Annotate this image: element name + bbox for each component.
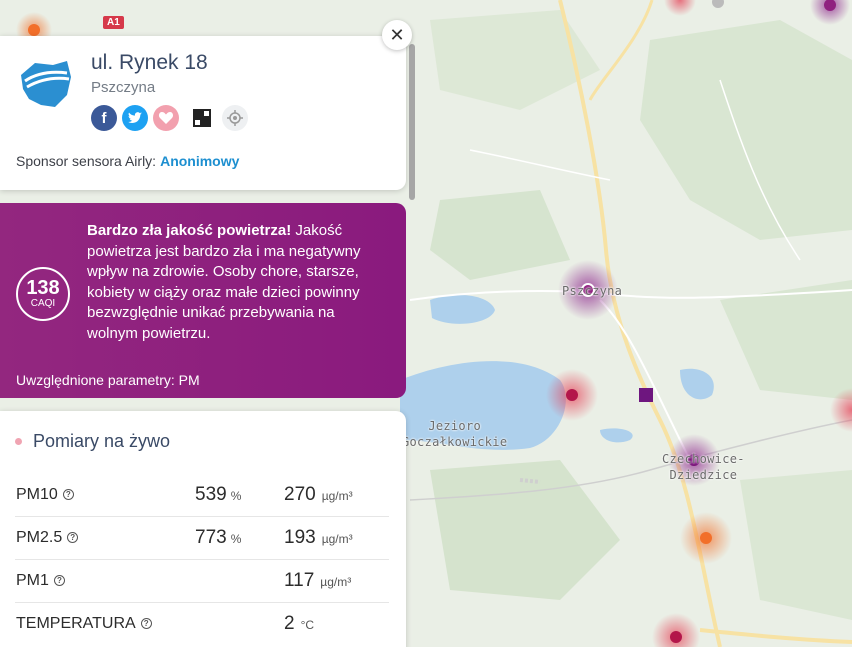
sponsor-link[interactable]: Anonimowy <box>160 153 239 169</box>
measurement-value: 2 °C <box>284 613 315 634</box>
sensor-marker[interactable] <box>28 24 40 36</box>
sensor-marker[interactable] <box>670 631 682 643</box>
measurement-row-pm1: PM1? 117 µg/m³ <box>15 560 389 603</box>
help-icon[interactable]: ? <box>62 489 74 500</box>
caqi-unit: CAQI <box>30 298 56 309</box>
measurement-row-temperature: TEMPERATURA? 2 °C <box>15 603 389 646</box>
measurement-percent: 773% <box>195 527 242 548</box>
measurement-value: 270 µg/m³ <box>284 484 353 505</box>
caqi-badge: 138 CAQI <box>16 267 70 321</box>
road-badge: A1 <box>103 16 124 29</box>
facebook-icon[interactable]: f <box>91 105 117 131</box>
help-icon[interactable]: ? <box>53 575 65 586</box>
help-icon[interactable]: ? <box>140 618 152 629</box>
alert-body: Jakość powietrza jest bardzo zła i ma ne… <box>87 222 361 342</box>
air-quality-alert: 138 CAQI Bardzo zła jakość powietrza! Ja… <box>0 203 406 398</box>
qr-code-icon[interactable] <box>189 105 215 131</box>
sensor-marker[interactable] <box>566 389 578 401</box>
map-label-lake: Jezioro Goczałkowickie <box>402 419 508 450</box>
measurement-name: PM2.5? <box>16 529 79 547</box>
sensor-address: ul. Rynek 18 <box>91 51 208 74</box>
live-title: Pomiary na żywo <box>33 431 171 451</box>
sensor-marker[interactable] <box>824 0 836 11</box>
twitter-icon[interactable] <box>122 105 148 131</box>
panel-scrollbar[interactable] <box>409 44 415 200</box>
sensor-city: Pszczyna <box>91 79 156 96</box>
sensor-info-card: ul. Rynek 18 Pszczyna f Sponsor sensora … <box>0 36 406 190</box>
caqi-value: 138 <box>26 277 60 299</box>
map-label-czechowice: Czechowice- Dziedzice <box>662 452 745 483</box>
measurement-name: PM1? <box>16 572 65 590</box>
help-icon[interactable]: ? <box>67 532 79 543</box>
measurement-value: 193 µg/m³ <box>284 527 353 548</box>
measurement-percent: 539% <box>195 484 242 505</box>
favorite-icon[interactable] <box>153 105 179 131</box>
close-icon[interactable]: ✕ <box>382 20 412 50</box>
sensor-marker[interactable] <box>700 532 712 544</box>
live-measurements: Pomiary na żywo PM10? 539% 270 µg/m³ PM2.… <box>0 411 406 647</box>
sponsor-label: Sponsor sensora Airly: <box>16 153 157 169</box>
measurement-row-pm10: PM10? 539% 270 µg/m³ <box>15 474 389 517</box>
live-indicator-icon <box>15 438 22 445</box>
sponsor-line: Sponsor sensora Airly: Anonimowy <box>16 153 239 169</box>
sensor-marker[interactable] <box>712 0 724 8</box>
map-label-pszczyna: Pszczyna <box>562 284 623 298</box>
measurement-row-pm25: PM2.5? 773% 193 µg/m³ <box>15 517 389 560</box>
measurement-name: TEMPERATURA? <box>16 615 152 633</box>
measurement-value: 117 µg/m³ <box>284 570 352 591</box>
alert-params: Uwzględnione parametry: PM <box>16 372 200 388</box>
locate-icon[interactable] <box>222 105 248 131</box>
airly-logo <box>21 61 71 107</box>
alert-message: Bardzo zła jakość powietrza! Jakość powi… <box>87 221 377 344</box>
alert-headline: Bardzo zła jakość powietrza! <box>87 222 292 239</box>
measurement-name: PM10? <box>16 486 74 504</box>
sensor-marker-square[interactable] <box>639 388 653 402</box>
